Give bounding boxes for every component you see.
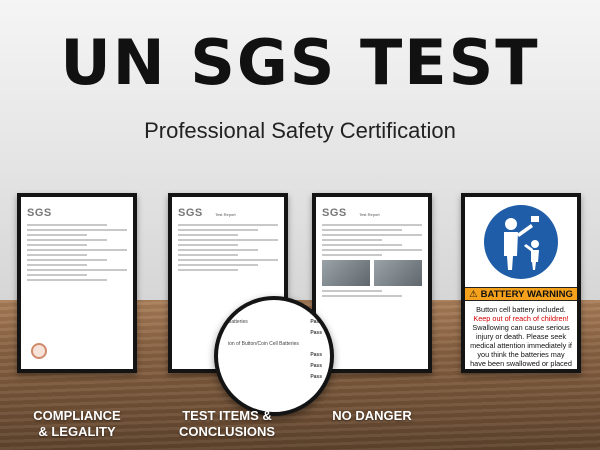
keep-away-from-children-icon [484,205,558,279]
sample-photos [322,260,422,286]
sgs-logo: SGS [322,207,347,219]
report-title: Test Report [359,212,380,217]
warning-line-1: Button cell battery included. [476,305,566,314]
warning-text: Button cell battery included. Keep out o… [465,301,577,373]
battery-warning-card: ⚠ BATTERY WARNING Button cell battery in… [461,193,581,373]
magnifier-row: Pass [310,363,322,369]
magnifier-row: Batteries Pass [228,319,322,325]
magnifier-zoom: Batteries Pass Pass ion of Button/Coin Ce… [214,296,334,416]
headline: UN SGS TEST [60,26,540,99]
sgs-logo: SGS [178,207,203,219]
label-test-items: TEST ITEMS & CONCLUSIONS [178,408,276,439]
warning-title: BATTERY WARNING [480,288,573,300]
warning-triangle-icon: ⚠ [469,288,478,300]
warning-body: Swallowing can cause serious injury or d… [470,323,572,373]
label-compliance: COMPLIANCE & LEGALITY [33,408,121,439]
subheadline: Professional Safety Certification [144,118,456,143]
warning-line-2: Keep out of reach of children! [473,314,569,323]
sgs-logo: SGS [27,207,52,219]
warning-bar: ⚠ BATTERY WARNING [465,287,577,301]
label-no-danger: NO DANGER [332,408,412,423]
seal-icon [31,343,47,359]
magnifier-row: Pass [310,330,322,336]
magnifier-row: Pass [310,374,322,380]
certificate-card-1: SGS [17,193,137,373]
magnifier-row: Pass [310,352,322,358]
report-title: Test Report [215,212,236,217]
magnifier-row: ion of Button/Coin Cell Batteries [228,341,299,347]
